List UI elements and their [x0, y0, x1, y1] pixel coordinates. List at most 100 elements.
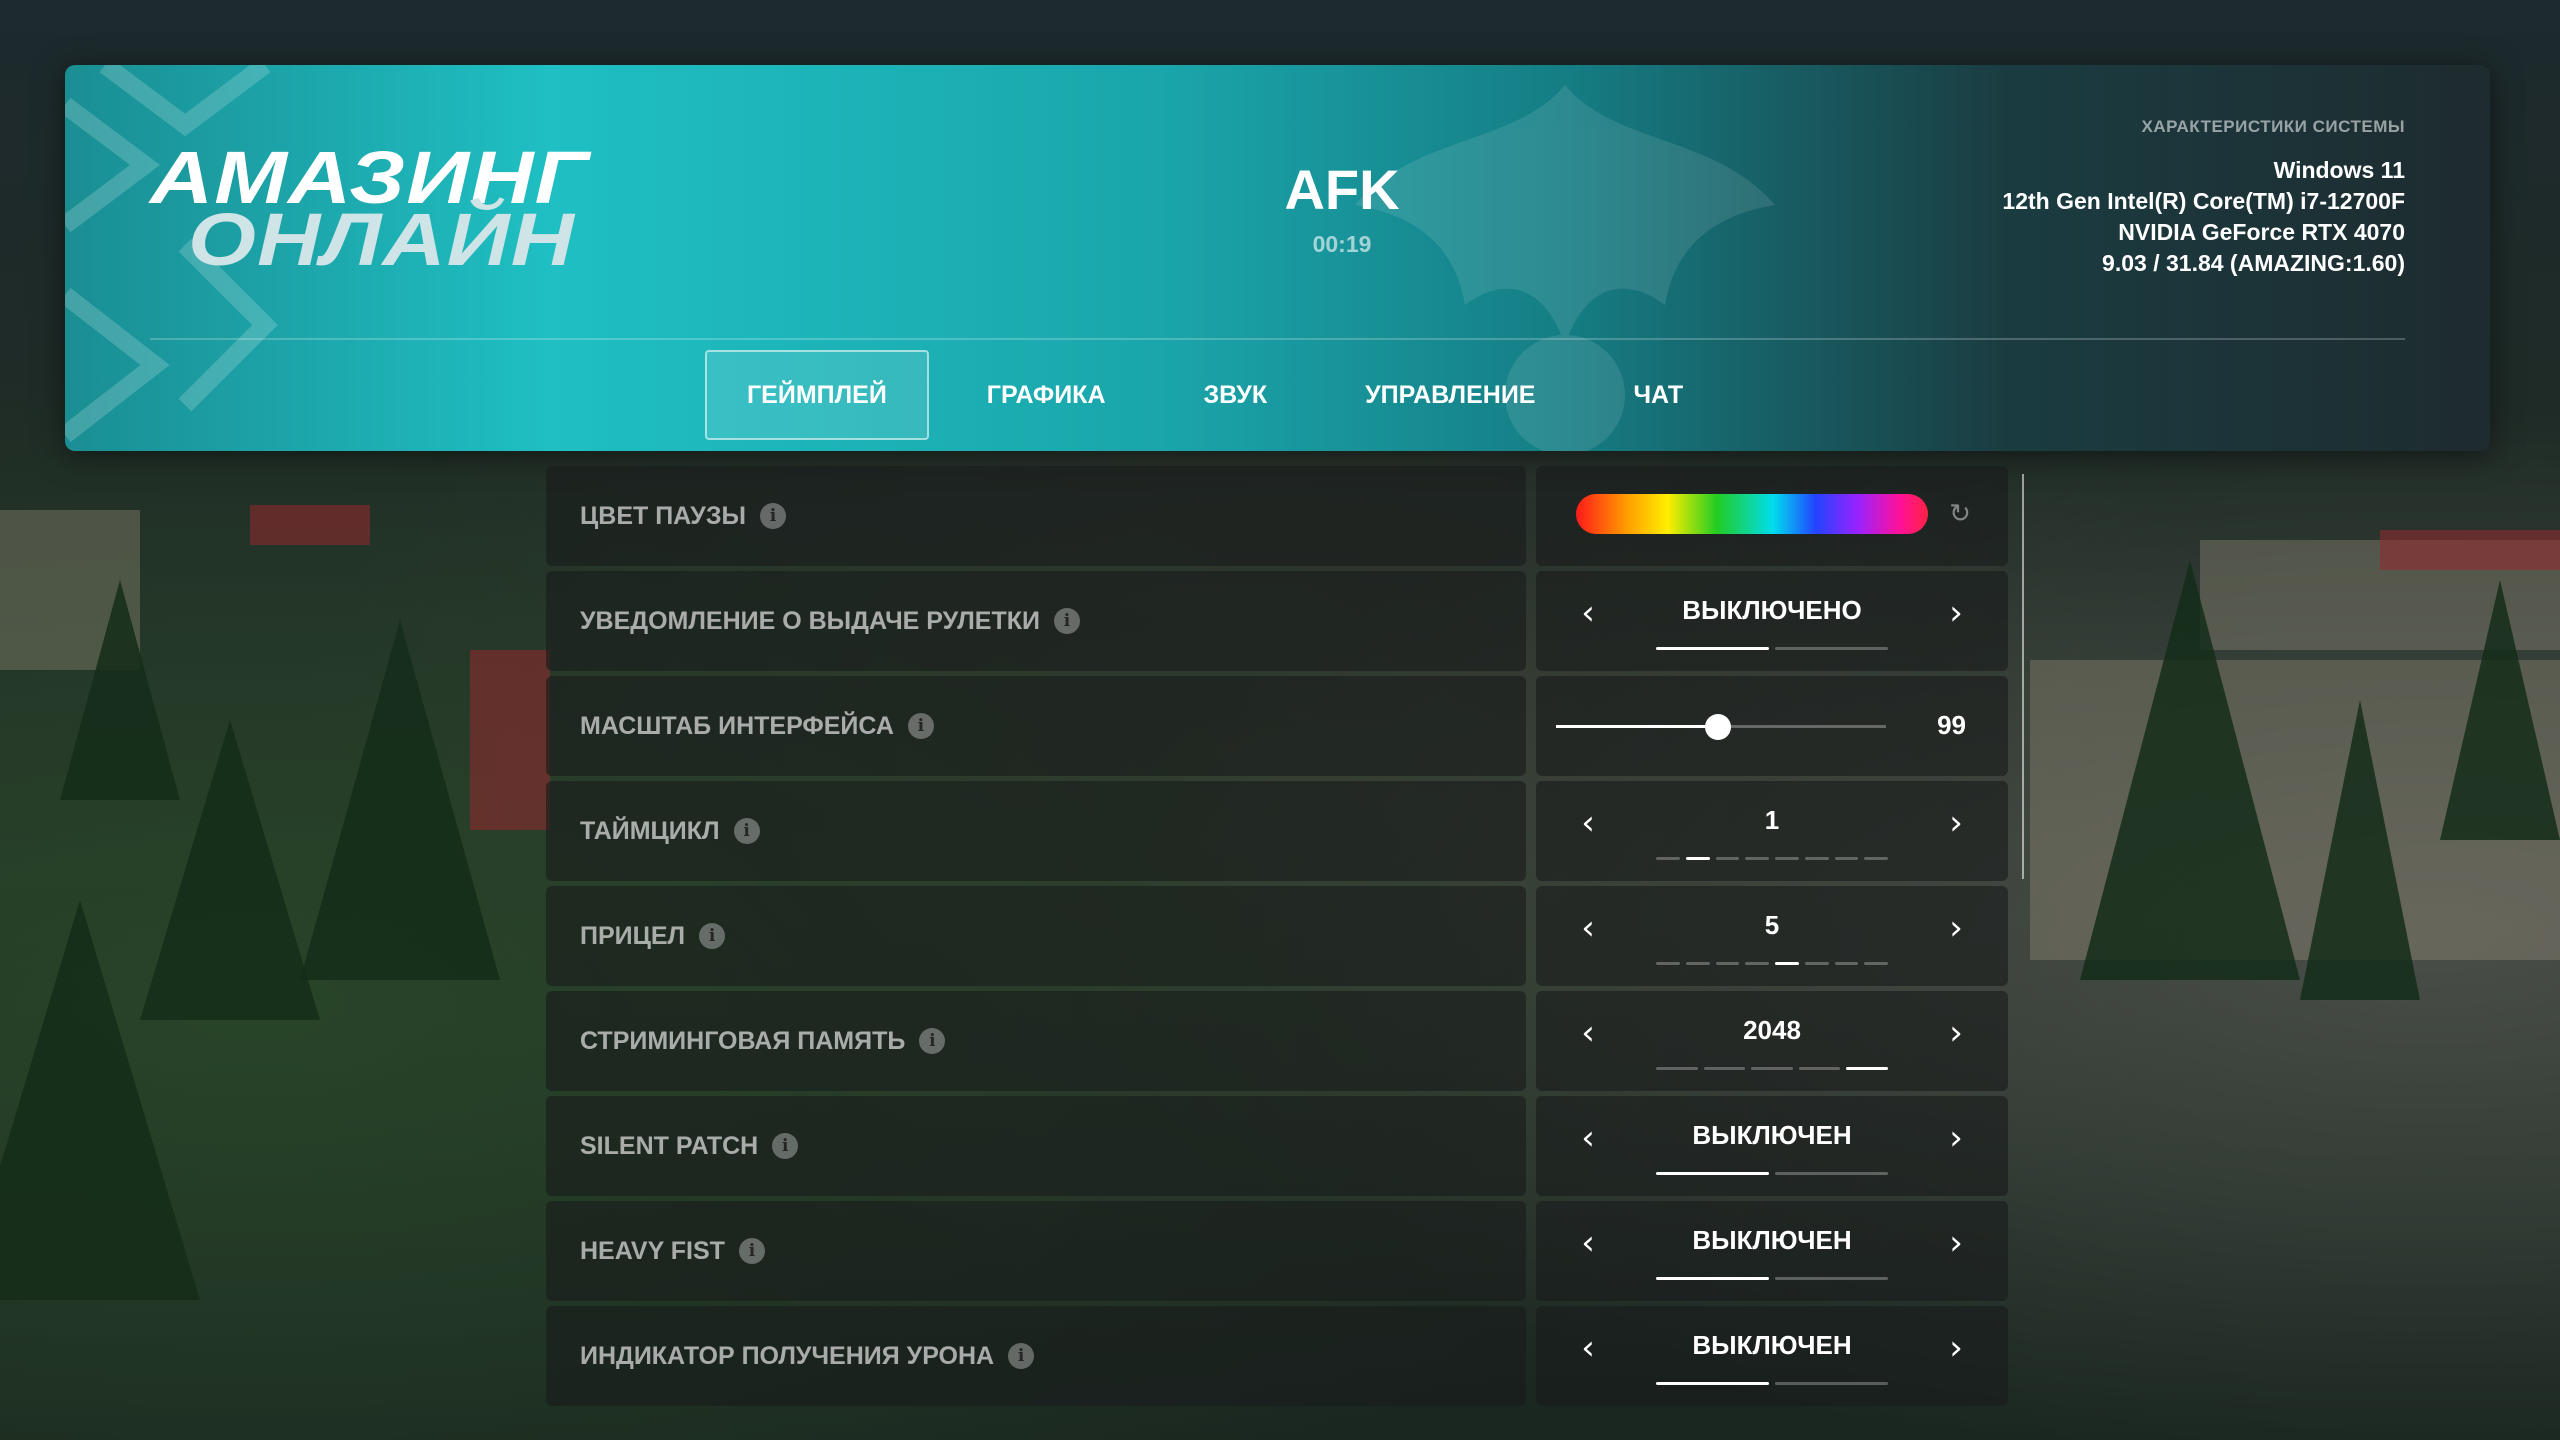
- chevron-right-icon[interactable]: ›: [1936, 803, 1976, 843]
- setting-row-crosshair: ПРИЦЕЛ i ‹ 5 ›: [546, 886, 2008, 986]
- setting-label-box: ИНДИКАТОР ПОЛУЧЕНИЯ УРОНА i: [546, 1306, 1526, 1406]
- settings-scrollbar[interactable]: [2022, 474, 2024, 879]
- option-segment: [1656, 1067, 1698, 1070]
- selector-value: ВЫКЛЮЧЕН: [1692, 1120, 1852, 1150]
- option-segment: [1846, 1067, 1888, 1070]
- selector-value: ВЫКЛЮЧЕН: [1692, 1225, 1852, 1255]
- chevron-left-icon[interactable]: ‹: [1568, 908, 1608, 948]
- option-segment: [1834, 857, 1859, 860]
- slider-thumb[interactable]: [1704, 714, 1731, 740]
- setting-label-box: МАСШТАБ ИНТЕРФЕЙСА i: [546, 676, 1526, 776]
- background-roof: [470, 650, 550, 830]
- background-tree: [2300, 700, 2420, 1000]
- crosshair-selector: ‹ 5 ›: [1536, 886, 2008, 986]
- option-segment: [1656, 962, 1680, 965]
- setting-label-box: SILENT PATCH i: [546, 1096, 1526, 1196]
- info-icon[interactable]: i: [919, 1028, 946, 1054]
- streaming-memory-selector: ‹ 2048 ›: [1536, 991, 2008, 1091]
- background-tree: [140, 720, 320, 1020]
- setting-label: SILENT PATCH: [580, 1131, 759, 1160]
- tab-controls[interactable]: УПРАВЛЕНИЕ: [1325, 350, 1575, 440]
- info-icon[interactable]: i: [772, 1133, 799, 1159]
- tab-graphics[interactable]: ГРАФИКА: [947, 350, 1146, 440]
- settings-list: ЦВЕТ ПАУЗЫ i ↻ УВЕДОМЛЕНИЕ О ВЫДАЧЕ РУЛЕ…: [546, 466, 2008, 1411]
- chevron-left-icon[interactable]: ‹: [1568, 1013, 1608, 1053]
- setting-label-box: УВЕДОМЛЕНИЕ О ВЫДАЧЕ РУЛЕТКИ i: [546, 571, 1526, 671]
- selector-value: 5: [1764, 910, 1780, 940]
- tab-chat[interactable]: ЧАТ: [1593, 350, 1723, 440]
- slider-fill: [1556, 725, 1718, 728]
- option-segment: [1775, 1382, 1888, 1385]
- chevron-right-icon[interactable]: ›: [1936, 1013, 1976, 1053]
- chevron-right-icon[interactable]: ›: [1936, 908, 1976, 948]
- tab-sound[interactable]: ЗВУК: [1164, 350, 1308, 440]
- option-segment: [1745, 962, 1769, 965]
- roulette-notify-selector: ‹ ВЫКЛЮЧЕНО ›: [1536, 571, 2008, 671]
- info-icon[interactable]: i: [738, 1238, 765, 1264]
- info-icon[interactable]: i: [733, 818, 760, 844]
- silent-patch-selector: ‹ ВЫКЛЮЧЕН ›: [1536, 1096, 2008, 1196]
- setting-label: УВЕДОМЛЕНИЕ О ВЫДАЧЕ РУЛЕТКИ: [580, 606, 1040, 635]
- background-tree: [0, 900, 200, 1300]
- ui-scale-slider[interactable]: [1556, 714, 1886, 740]
- background-tree: [2440, 580, 2560, 840]
- option-segment: [1864, 962, 1888, 965]
- color-picker-spectrum[interactable]: [1576, 494, 1928, 534]
- option-indicator: [1656, 1277, 1888, 1281]
- setting-row-pause-color: ЦВЕТ ПАУЗЫ i ↻: [546, 466, 2008, 566]
- option-indicator: [1656, 1382, 1888, 1386]
- background-tree: [2080, 560, 2300, 980]
- background-tree: [300, 620, 500, 980]
- setting-label: МАСШТАБ ИНТЕРФЕЙСА: [580, 711, 894, 740]
- chevron-right-icon[interactable]: ›: [1936, 1223, 1976, 1263]
- damage-indicator-selector: ‹ ВЫКЛЮЧЕН ›: [1536, 1306, 2008, 1406]
- background-tree: [60, 580, 180, 800]
- heavy-fist-selector: ‹ ВЫКЛЮЧЕН ›: [1536, 1201, 2008, 1301]
- option-indicator: [1656, 647, 1888, 651]
- chevron-right-icon[interactable]: ›: [1936, 1118, 1976, 1158]
- system-info: ХАРАКТЕРИСТИКИ СИСТЕМЫ Windows 11 12th G…: [2002, 117, 2405, 279]
- chevron-left-icon[interactable]: ‹: [1568, 1118, 1608, 1158]
- selector-value: 1: [1764, 805, 1780, 835]
- setting-label-box: СТРИМИНГОВАЯ ПАМЯТЬ i: [546, 991, 1526, 1091]
- option-indicator: [1656, 962, 1888, 966]
- info-icon[interactable]: i: [1053, 608, 1080, 634]
- setting-label-box: ТАЙМЦИКЛ i: [546, 781, 1526, 881]
- option-segment: [1775, 857, 1799, 860]
- info-icon[interactable]: i: [759, 503, 786, 529]
- info-icon[interactable]: i: [699, 923, 726, 949]
- option-indicator: [1656, 857, 1888, 861]
- option-segment: [1656, 1382, 1769, 1385]
- option-indicator: [1656, 1067, 1888, 1071]
- logo-line-2: ОНЛАЙН: [188, 198, 575, 281]
- system-info-title: ХАРАКТЕРИСТИКИ СИСТЕМЫ: [2141, 117, 2405, 136]
- system-os: Windows 11: [2273, 157, 2405, 183]
- setting-row-ui-scale: МАСШТАБ ИНТЕРФЕЙСА i 99: [546, 676, 2008, 776]
- reset-icon[interactable]: ↻: [1944, 498, 1976, 530]
- system-version: 9.03 / 31.84 (AMAZING:1.60): [2102, 250, 2405, 276]
- chevron-left-icon[interactable]: ‹: [1568, 1328, 1608, 1368]
- info-icon[interactable]: i: [907, 713, 934, 739]
- settings-tabs: ГЕЙМПЛЕЙ ГРАФИКА ЗВУК УПРАВЛЕНИЕ ЧАТ: [705, 349, 1741, 441]
- tab-gameplay[interactable]: ГЕЙМПЛЕЙ: [705, 350, 929, 440]
- option-segment: [1745, 857, 1769, 860]
- ui-scale-control: 99: [1536, 676, 2008, 776]
- setting-label: СТРИМИНГОВАЯ ПАМЯТЬ: [580, 1026, 906, 1055]
- background-building: [2200, 540, 2560, 650]
- chevron-left-icon[interactable]: ‹: [1568, 1223, 1608, 1263]
- option-segment: [1834, 962, 1859, 965]
- chevron-left-icon[interactable]: ‹: [1568, 803, 1608, 843]
- option-segment: [1703, 1067, 1746, 1070]
- background-building: [2030, 660, 2560, 960]
- info-icon[interactable]: i: [1008, 1343, 1035, 1369]
- chevron-right-icon[interactable]: ›: [1936, 593, 1976, 633]
- option-segment: [1775, 1172, 1888, 1175]
- chevron-right-icon[interactable]: ›: [1936, 1328, 1976, 1368]
- option-segment: [1775, 647, 1888, 650]
- option-segment: [1685, 857, 1710, 860]
- option-segment: [1775, 962, 1799, 965]
- system-cpu: 12th Gen Intel(R) Core(TM) i7-12700F: [2002, 188, 2405, 214]
- setting-row-silent-patch: SILENT PATCH i ‹ ВЫКЛЮЧЕН ›: [546, 1096, 2008, 1196]
- setting-row-damage-indicator: ИНДИКАТОР ПОЛУЧЕНИЯ УРОНА i ‹ ВЫКЛЮЧЕН ›: [546, 1306, 2008, 1406]
- chevron-left-icon[interactable]: ‹: [1568, 593, 1608, 633]
